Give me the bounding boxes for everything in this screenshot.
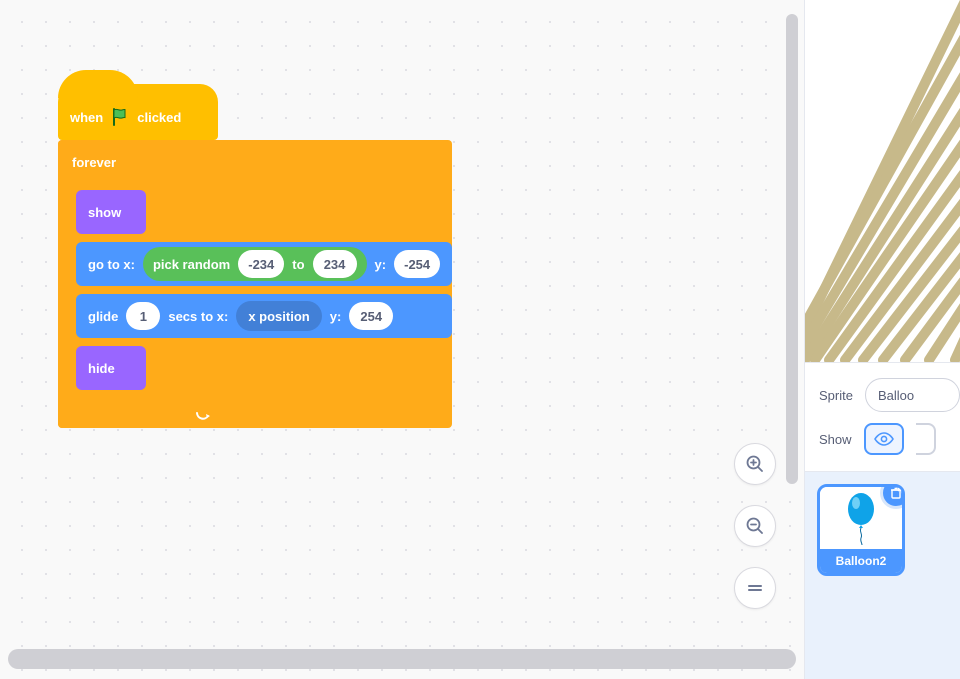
show-block[interactable]: show [76,190,146,234]
random-max-input[interactable]: 234 [313,250,357,278]
app-root: when clicked forever sho [0,0,960,679]
sprite-label: Sprite [819,388,853,403]
vertical-scrollbar[interactable] [786,14,798,484]
cblock-spine [58,184,76,396]
zoom-controls [734,443,776,609]
goto-y-label: y: [375,257,387,272]
backdrop-rays-icon [805,0,960,362]
when-flag-clicked-block[interactable]: when clicked [58,84,218,140]
glide-secs-input[interactable]: 1 [126,302,160,330]
x-position-reporter[interactable]: x position [236,301,321,331]
glide-secs-to-x-label: secs to x: [168,309,228,324]
sprite-tile-label: Balloon2 [820,549,902,573]
loop-arrow-icon [194,403,212,421]
pick-random-reporter[interactable]: pick random -234 to 234 [143,247,367,281]
show-label: show [88,205,121,220]
blocks-workspace[interactable]: when clicked forever sho [0,0,804,679]
glide-block[interactable]: glide 1 secs to x: x position y: 254 [76,294,452,338]
hide-sprite-button[interactable] [916,423,936,455]
balloon-icon [841,491,881,545]
eye-icon [874,432,894,446]
sprite-name-input[interactable]: Balloo [865,378,960,412]
zoom-reset-button[interactable] [734,567,776,609]
right-panel: Sprite Balloo Show [804,0,960,679]
hide-block[interactable]: hide [76,346,146,390]
glide-y-label: y: [330,309,342,324]
horizontal-scrollbar[interactable] [8,649,796,669]
sprite-list[interactable]: Balloon2 [805,472,960,679]
pick-random-to: to [292,257,304,272]
stage-preview[interactable] [805,0,960,362]
pick-random-prefix: pick random [153,257,230,272]
script-stack[interactable]: when clicked forever sho [58,84,452,428]
forever-children: show go to x: pick random -234 to 234 [76,184,452,396]
forever-label: forever [72,155,116,170]
goto-x-label: go to x: [88,257,135,272]
trash-icon [889,486,903,500]
forever-block[interactable]: forever show go to x: [58,140,452,428]
show-sprite-button[interactable] [864,423,904,455]
hide-label: hide [88,361,115,376]
glide-y-input[interactable]: 254 [349,302,393,330]
random-min-input[interactable]: -234 [238,250,284,278]
sprite-name-value: Balloo [878,388,914,403]
goto-y-input[interactable]: -254 [394,250,440,278]
zoom-in-button[interactable] [734,443,776,485]
sprite-info-panel: Sprite Balloo Show [805,362,960,472]
glide-label: glide [88,309,118,324]
vertical-scrollbar-thumb[interactable] [786,14,798,484]
sprite-tile-balloon2[interactable]: Balloon2 [817,484,905,576]
go-to-xy-block[interactable]: go to x: pick random -234 to 234 y: -254 [76,242,452,286]
zoom-out-button[interactable] [734,505,776,547]
green-flag-icon [109,106,131,128]
hat-prefix: when [70,110,103,125]
hat-suffix: clicked [137,110,181,125]
show-label: Show [819,432,852,447]
